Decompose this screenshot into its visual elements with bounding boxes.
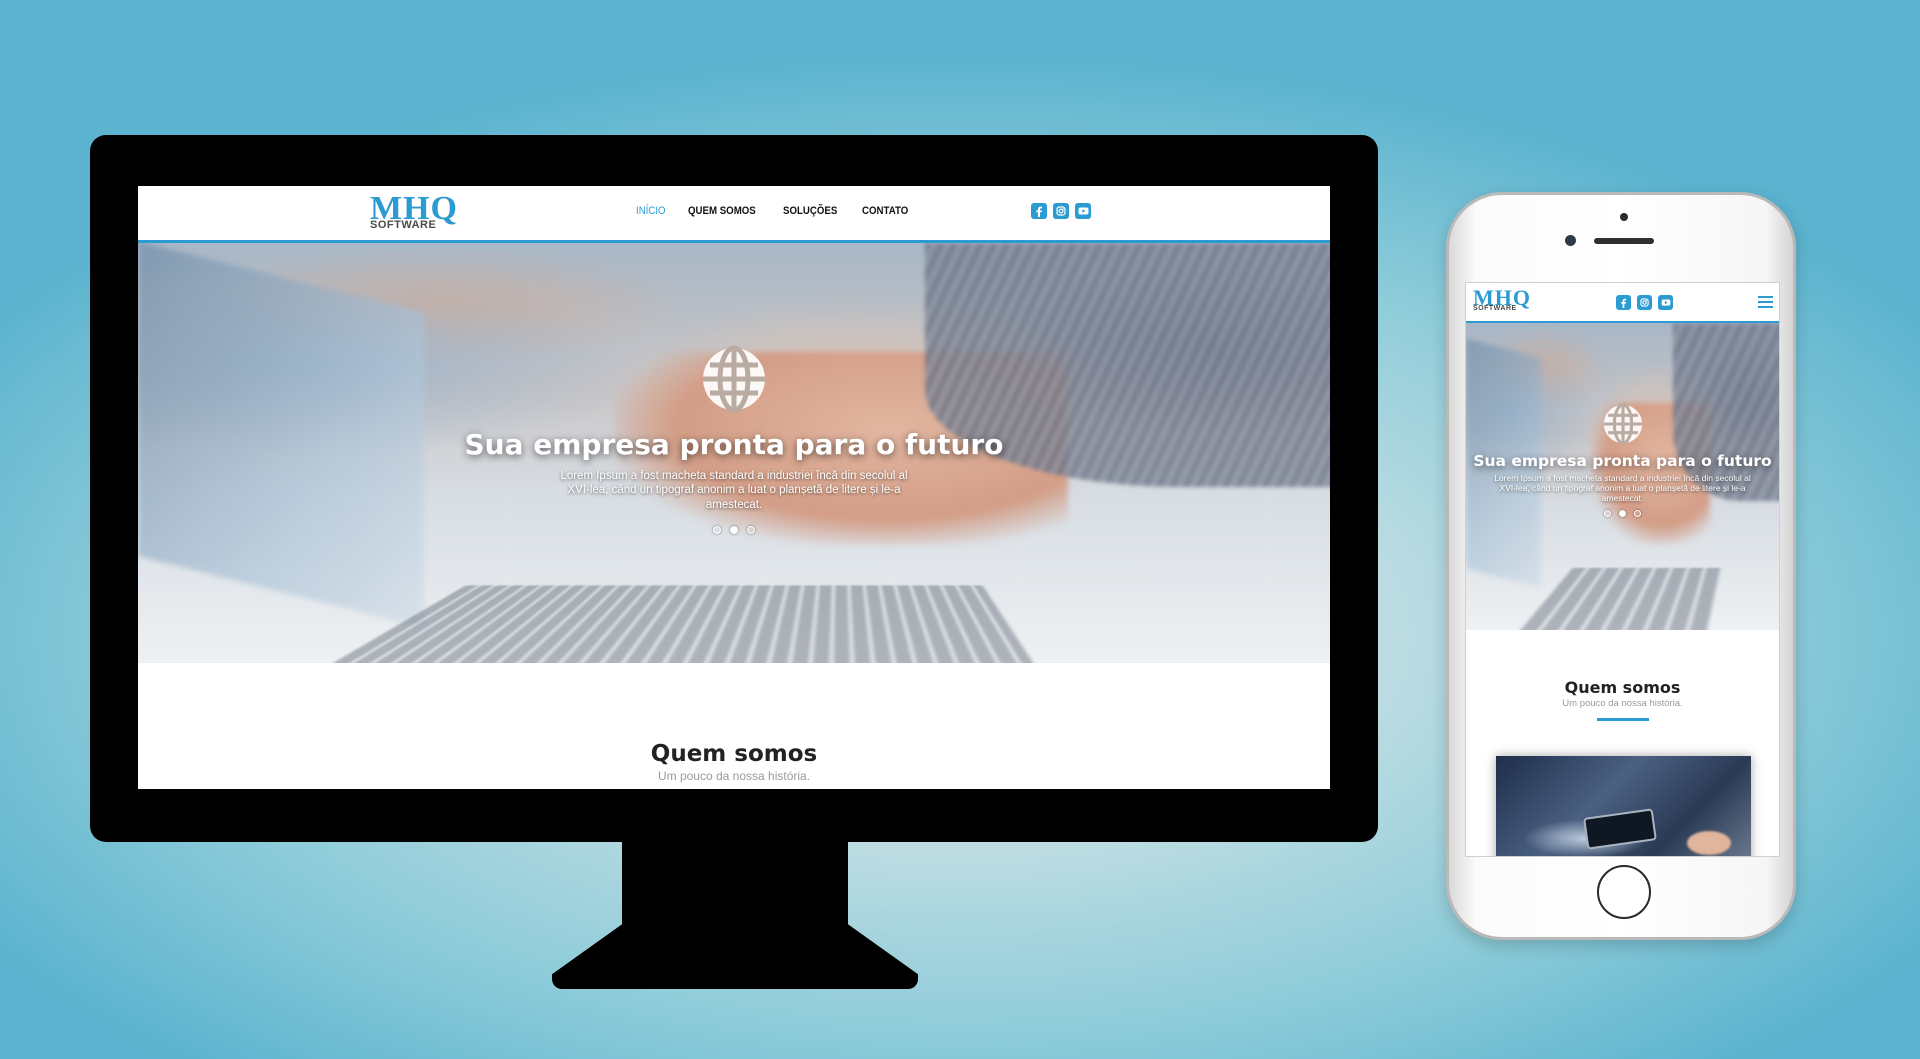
desktop-screen: MHQ SOFTWARE INÍCIO QUEM SOMOS SOLUÇÕES … bbox=[138, 186, 1330, 789]
phone-sensor bbox=[1620, 213, 1628, 221]
carousel-dot-1[interactable] bbox=[713, 526, 721, 535]
mobile-site-header: MHQ SOFTWARE bbox=[1466, 283, 1779, 323]
desktop-monitor: MHQ SOFTWARE INÍCIO QUEM SOMOS SOLUÇÕES … bbox=[90, 135, 1378, 842]
mobile-about-section: Quem somos Um pouco da nossa história. bbox=[1466, 678, 1779, 721]
nav-item-inicio[interactable]: INÍCIO bbox=[636, 205, 666, 217]
about-subtitle: Um pouco da nossa história. bbox=[657, 769, 811, 783]
carousel-dot-1[interactable] bbox=[1604, 509, 1611, 517]
mobile-site-logo[interactable]: MHQ SOFTWARE bbox=[1473, 287, 1531, 313]
hamburger-menu-icon[interactable] bbox=[1758, 296, 1773, 309]
hero-text: Lorem Ipsum a fost macheta standard a in… bbox=[560, 470, 908, 511]
nav-item-quem-somos[interactable]: QUEM SOMOS bbox=[688, 205, 756, 217]
nav-item-contato[interactable]: CONTATO bbox=[862, 205, 908, 217]
about-section: Quem somos Um pouco da nossa história. bbox=[138, 741, 1330, 783]
mobile-social-links bbox=[1616, 295, 1673, 310]
globe-icon bbox=[700, 345, 768, 413]
main-nav: INÍCIO QUEM SOMOS SOLUÇÕES CONTATO bbox=[636, 205, 915, 217]
social-links bbox=[1031, 203, 1091, 219]
mobile-hero-banner: Sua empresa pronta para o futuro Lorem I… bbox=[1466, 323, 1779, 630]
mobile-about-title: Quem somos bbox=[1564, 678, 1681, 697]
phone-home-button[interactable] bbox=[1597, 865, 1651, 919]
about-title: Quem somos bbox=[650, 741, 818, 767]
facebook-icon[interactable] bbox=[1031, 203, 1047, 219]
site-header: MHQ SOFTWARE INÍCIO QUEM SOMOS SOLUÇÕES … bbox=[138, 186, 1330, 243]
carousel-dot-2[interactable] bbox=[730, 526, 738, 535]
mobile-about-subtitle: Um pouco da nossa história. bbox=[1562, 698, 1683, 709]
section-underline bbox=[1596, 718, 1649, 721]
youtube-icon[interactable] bbox=[1658, 295, 1673, 310]
monitor-stand-neck bbox=[622, 842, 848, 926]
nav-item-solucoes[interactable]: SOLUÇÕES bbox=[783, 205, 837, 217]
about-image bbox=[1496, 756, 1751, 856]
mobile-carousel-dots bbox=[1466, 509, 1779, 517]
carousel-dots bbox=[138, 526, 1330, 535]
mobile-hero-content: Sua empresa pronta para o futuro Lorem I… bbox=[1466, 403, 1779, 517]
mobile-screen: MHQ SOFTWARE Sua empresa pronta para o f… bbox=[1465, 282, 1780, 857]
mobile-phone: MHQ SOFTWARE Sua empresa pronta para o f… bbox=[1446, 192, 1796, 940]
facebook-icon[interactable] bbox=[1616, 295, 1631, 310]
carousel-dot-2[interactable] bbox=[1619, 509, 1626, 517]
hero-title: Sua empresa pronta para o futuro bbox=[464, 428, 1004, 461]
instagram-icon[interactable] bbox=[1637, 295, 1652, 310]
instagram-icon[interactable] bbox=[1053, 203, 1069, 219]
mobile-hero-title: Sua empresa pronta para o futuro bbox=[1473, 452, 1772, 470]
globe-icon bbox=[1602, 403, 1644, 445]
monitor-stand-base bbox=[552, 922, 918, 989]
site-logo[interactable]: MHQ SOFTWARE bbox=[370, 192, 458, 231]
phone-camera-icon bbox=[1565, 235, 1576, 246]
carousel-dot-3[interactable] bbox=[1634, 509, 1641, 517]
hero-banner: Sua empresa pronta para o futuro Lorem I… bbox=[138, 243, 1330, 663]
youtube-icon[interactable] bbox=[1075, 203, 1091, 219]
carousel-dot-3[interactable] bbox=[747, 526, 755, 535]
mobile-hero-text: Lorem Ipsum a fost macheta standard a in… bbox=[1494, 473, 1751, 504]
phone-speaker bbox=[1594, 238, 1654, 244]
hero-content: Sua empresa pronta para o futuro Lorem I… bbox=[138, 345, 1330, 535]
